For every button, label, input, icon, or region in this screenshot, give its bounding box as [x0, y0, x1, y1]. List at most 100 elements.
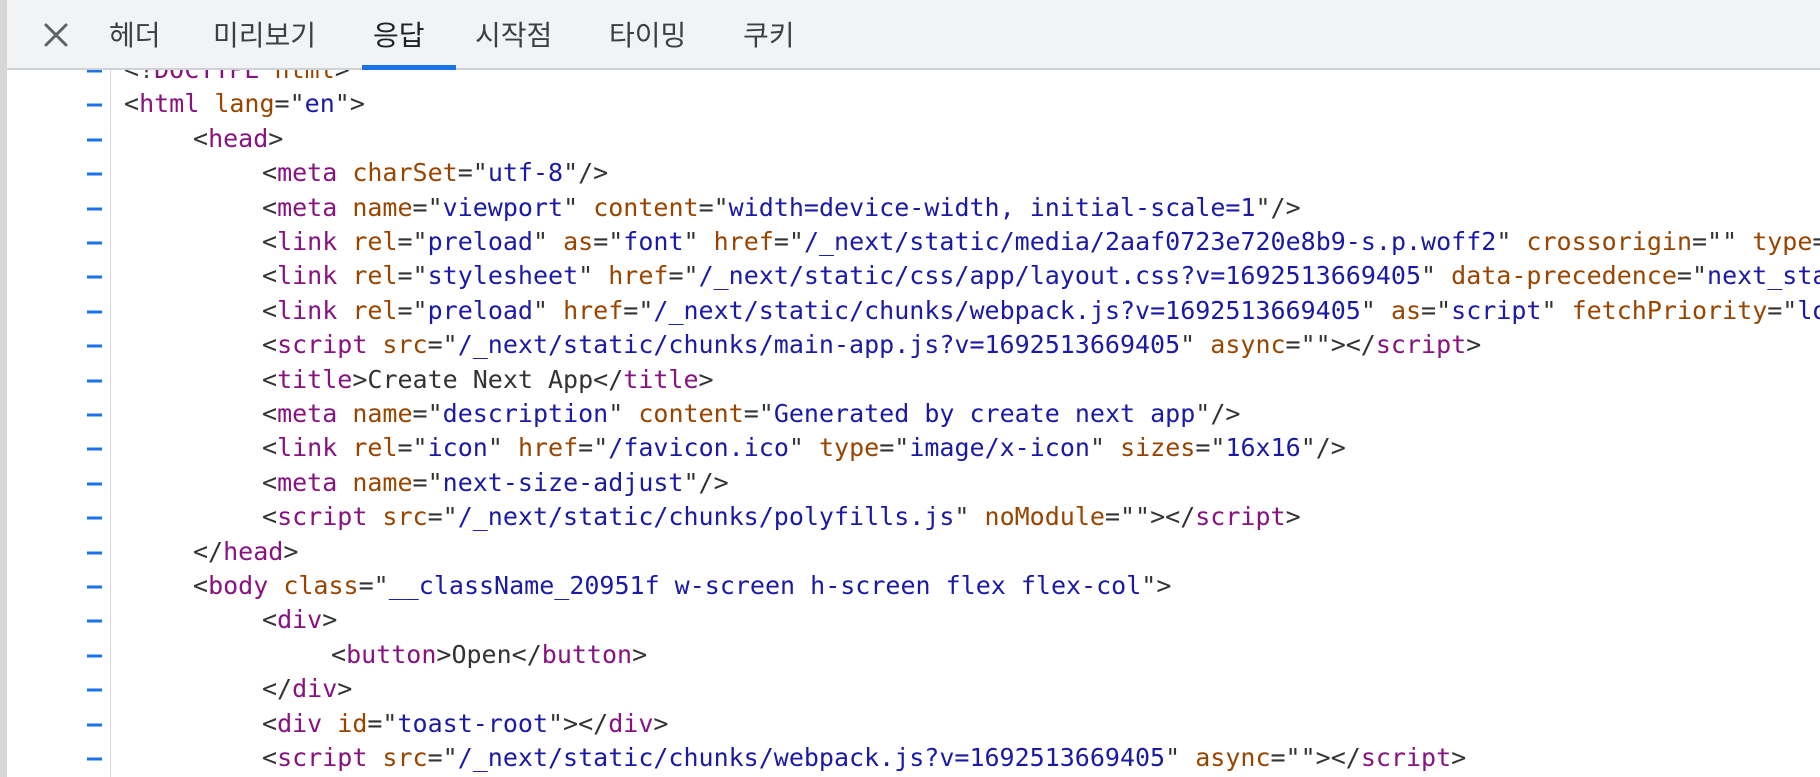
code-token-punc: " — [487, 433, 503, 463]
response-source-view[interactable]: –<!DOCTYPE html>–<html lang="en">–<head>… — [7, 70, 1820, 777]
tab-headers[interactable]: 헤더 — [109, 0, 161, 68]
code-token-punc: =" — [274, 89, 305, 119]
code-token-punc: " — [1360, 295, 1376, 325]
code-token-punc: "/> — [1255, 192, 1301, 222]
code-token-val: icon — [427, 433, 488, 463]
code-token-attr: type — [1737, 227, 1813, 256]
code-token-tag: link — [277, 261, 338, 291]
code-token-punc: =" — [427, 330, 458, 360]
code-token-punc: "/> — [683, 467, 729, 497]
code-token-punc: < — [262, 227, 278, 256]
code-token-val: preload — [427, 295, 533, 325]
code-token-attr: lang — [199, 89, 275, 119]
code-token-val: image/x-icon — [909, 433, 1090, 463]
code-token-punc: " — [578, 261, 594, 291]
code-token-punc: </ — [511, 639, 542, 669]
code-token-punc: " — [1541, 295, 1557, 325]
code-text: </div> — [262, 672, 352, 706]
code-text: <head> — [193, 122, 283, 156]
code-token-attr: as — [1375, 295, 1422, 325]
code-token-punc: < — [262, 467, 278, 497]
code-line: – </head> — [7, 535, 1820, 569]
code-token-punc: "/> — [1195, 399, 1241, 428]
code-token-tag: head — [208, 123, 269, 153]
code-token-tag: meta — [277, 158, 338, 188]
code-token-punc: =" — [773, 227, 804, 256]
code-token-attr: href — [548, 295, 624, 325]
code-token-punc: =" — [593, 227, 624, 256]
tab-preview[interactable]: 미리보기 — [213, 0, 316, 68]
tab-label: 미리보기 — [213, 19, 317, 52]
code-token-punc: " — [1180, 330, 1196, 360]
code-token-val: __className_20951f w-screen h-screen fle… — [388, 571, 1142, 600]
code-token-attr: rel — [337, 261, 398, 291]
code-token-punc: > — [283, 536, 299, 566]
code-token-punc: =" — [412, 192, 443, 222]
code-token-punc: =" — [578, 433, 609, 463]
code-token-punc: > — [1466, 330, 1482, 360]
code-token-val: toast-root — [397, 708, 548, 738]
code-line: – <script src="/_next/static/chunks/main-… — [7, 328, 1820, 362]
code-token-tag: div — [608, 708, 654, 738]
code-line: – <head> — [7, 122, 1820, 156]
tab-cookies[interactable]: 쿠키 — [743, 0, 795, 68]
diff-marker: – — [87, 536, 103, 566]
diff-marker: – — [87, 89, 103, 119]
code-token-val: Generated by create next app — [773, 399, 1196, 428]
code-token-punc: < — [262, 605, 278, 635]
tab-initiator[interactable]: 시작점 — [475, 0, 552, 68]
code-text: <html lang="en"> — [124, 87, 365, 121]
code-line: – <meta charSet="utf-8"/> — [7, 156, 1820, 190]
code-token-punc: > — [653, 708, 669, 738]
code-text: <script src="/_next/static/chunks/polyfi… — [262, 500, 1301, 534]
code-line: – <link rel="icon" href="/favicon.ico" ty… — [7, 431, 1820, 465]
code-text: <body class="__className_20951f w-screen… — [193, 569, 1171, 603]
code-token-tag: button — [346, 639, 437, 669]
code-token-tag: html — [139, 89, 200, 119]
code-token-txt: Create Next App — [367, 364, 594, 394]
code-token-attr: href — [698, 227, 774, 256]
code-text: <title>Create Next App</title> — [262, 363, 714, 397]
code-token-punc: =" — [397, 433, 428, 463]
code-token-punc: </ — [593, 364, 624, 394]
tab-response[interactable]: 응답 — [373, 0, 425, 68]
code-line: – <div> — [7, 603, 1820, 637]
tab-timing[interactable]: 타이밍 — [609, 0, 686, 68]
code-token-val: preload — [427, 227, 533, 256]
code-text: <!DOCTYPE html> — [124, 70, 350, 87]
code-token-attr: noModule — [969, 502, 1105, 532]
code-token-punc: < — [262, 158, 278, 188]
code-token-tag: button — [541, 639, 633, 669]
code-token-punc: =" — [668, 261, 699, 291]
code-token-tag: script — [1360, 743, 1452, 772]
code-token-attr: as — [548, 227, 594, 256]
close-icon — [44, 23, 68, 47]
code-text: <link rel="icon" href="/favicon.ico" typ… — [262, 431, 1346, 465]
diff-marker: – — [87, 708, 103, 738]
code-token-tag: DOCTYPE — [154, 70, 259, 84]
code-token-punc: "/> — [1300, 433, 1346, 463]
close-button[interactable] — [35, 14, 77, 56]
code-token-tag: body — [208, 571, 269, 600]
diff-marker: – — [87, 433, 103, 463]
code-token-val: width=device-width, initial-scale=1 — [728, 192, 1256, 222]
code-token-punc: =" — [1676, 261, 1708, 291]
code-token-val: viewport — [442, 192, 564, 222]
code-token-attr: rel — [337, 227, 398, 256]
code-token-val: en — [304, 89, 335, 119]
code-token-punc: <! — [124, 70, 154, 84]
code-token-punc: "></ — [548, 708, 609, 738]
code-token-tag: div — [277, 605, 323, 635]
code-token-punc: =" — [427, 743, 458, 772]
code-token-attr: href — [593, 261, 669, 291]
code-token-punc: < — [262, 708, 278, 738]
code-token-attr: src — [367, 330, 428, 360]
code-token-punc: =""></ — [1270, 743, 1361, 772]
panel-resize-edge[interactable] — [0, 0, 7, 777]
code-token-punc: =" — [1767, 295, 1798, 325]
code-token-punc: =" — [1195, 433, 1226, 463]
code-token-punc: < — [262, 399, 278, 428]
code-token-val: next_static/css/app/layout.css — [1707, 261, 1820, 291]
code-text: <link rel="stylesheet" href="/_next/stat… — [262, 259, 1820, 293]
code-token-tag: script — [277, 330, 368, 360]
